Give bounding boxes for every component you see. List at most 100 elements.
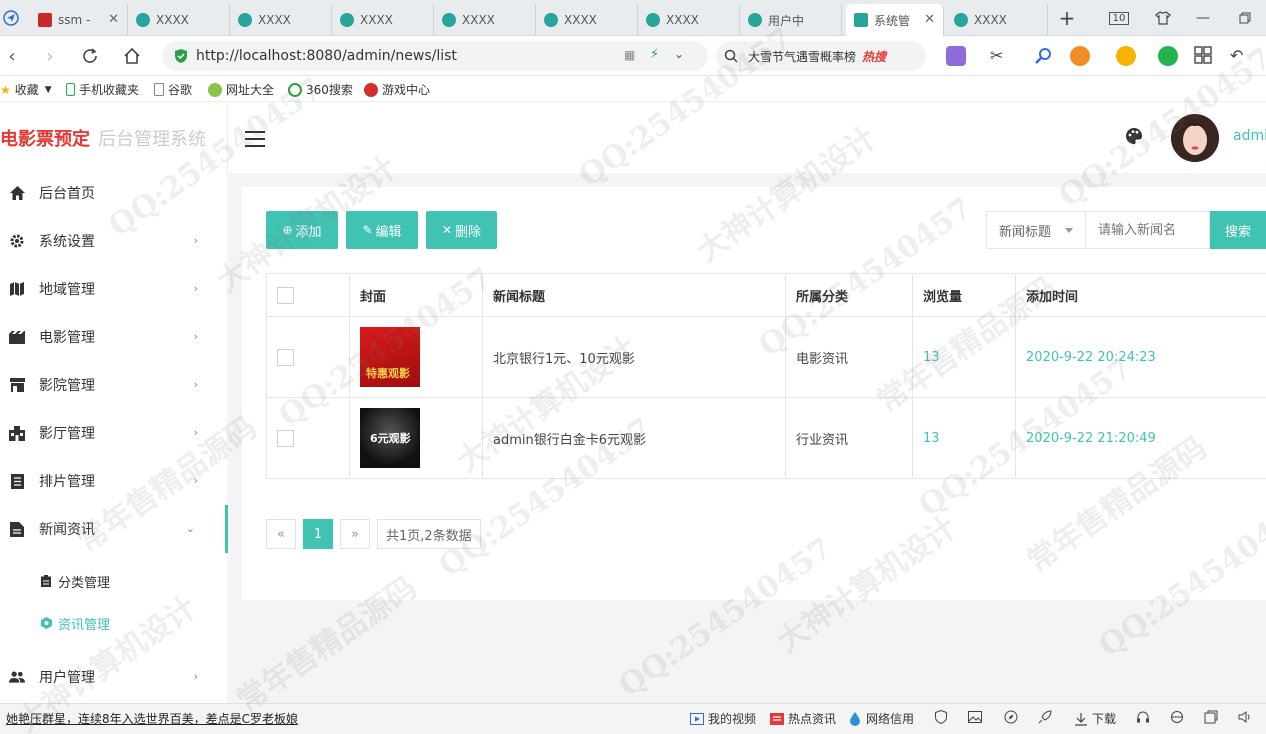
window-icon[interactable] (1204, 710, 1222, 724)
status-download[interactable]: 下载 (1074, 710, 1116, 727)
column-header-time[interactable]: 添加时间 (1016, 274, 1266, 316)
minimize-icon[interactable]: — (1192, 6, 1214, 30)
close-icon[interactable]: ✕ (108, 12, 119, 27)
browser-tab[interactable]: XXXX (434, 4, 536, 36)
magnifier-icon[interactable] (1034, 46, 1054, 66)
browser-tab[interactable]: XXXX (946, 4, 1048, 36)
sidebar-item-hall[interactable]: 影厅管理 › (0, 409, 228, 457)
chevron-down-icon[interactable]: ⌄ (674, 47, 684, 61)
tab-count-badge[interactable]: 10 (1108, 6, 1130, 30)
avatar[interactable] (1171, 114, 1219, 162)
sidebar-item-settings[interactable]: 系统设置 › (0, 217, 228, 265)
bookmark-google[interactable]: 谷歌 (154, 81, 192, 98)
page-1-button[interactable]: 1 (303, 519, 333, 549)
browser-tab[interactable]: ssm - ✕ (30, 4, 128, 36)
rocket-icon[interactable] (1038, 710, 1056, 724)
browser-tab[interactable]: XXXX (536, 4, 638, 36)
table-row[interactable]: 特惠观影 北京银行1元、10元观影 电影资讯 13 2020-9-22 20:2… (266, 317, 1266, 398)
browser-tab[interactable]: XXXX (128, 4, 230, 36)
lightning-icon[interactable]: ⚡ (650, 47, 659, 62)
menu-toggle-icon[interactable] (245, 131, 265, 147)
forward-icon[interactable]: › (38, 44, 62, 68)
close-icon: ✕ (441, 223, 453, 237)
status-hot-news[interactable]: 热点资讯 (770, 710, 836, 727)
url-field[interactable]: http://localhost:8080/admin/news/list ▦ … (162, 41, 708, 71)
palette-icon[interactable] (1125, 127, 1143, 145)
views-cell: 13 (913, 317, 1016, 397)
browser-tab[interactable]: XXXX (332, 4, 434, 36)
filter-field-select[interactable]: 新闻标题 (986, 211, 1086, 249)
shirt-icon[interactable] (1152, 6, 1174, 30)
prev-page-button[interactable]: « (266, 519, 296, 549)
cover-thumbnail[interactable]: 6元观影 (360, 408, 420, 468)
new-tab-icon[interactable]: + (1056, 6, 1078, 30)
tab-favicon-icon (238, 13, 252, 27)
bookmark-sites[interactable]: 网址大全 (208, 81, 274, 98)
sidebar-item-region[interactable]: 地域管理 › (0, 265, 228, 313)
title-cell: admin银行白金卡6元观影 (483, 398, 786, 478)
news-ticker-link[interactable]: 她艳压群星，连续8年入选世界百美，差点是C罗老板娘 (6, 710, 298, 727)
row-checkbox[interactable] (277, 348, 294, 366)
translate-icon[interactable] (946, 46, 966, 66)
reload-icon[interactable] (78, 44, 102, 68)
column-header-views[interactable]: 浏览量 (913, 274, 1016, 316)
undo-icon[interactable]: ↶ (1230, 46, 1250, 66)
sidebar-item-news[interactable]: 新闻资讯 ⌄ (0, 505, 228, 553)
bookmark-mobile[interactable]: 手机收藏夹 (66, 81, 139, 98)
sidebar-subitem-category[interactable]: 分类管理 (0, 560, 228, 602)
news-search-input[interactable] (1086, 211, 1210, 249)
category-cell: 电影资讯 (786, 317, 913, 397)
select-all-checkbox[interactable] (277, 286, 294, 304)
username-label[interactable]: admi (1233, 128, 1266, 144)
status-my-videos[interactable]: 我的视频 (690, 710, 756, 727)
qr-icon[interactable]: ▦ (624, 48, 635, 62)
game-icon[interactable] (1070, 46, 1090, 66)
chat-icon[interactable] (1158, 46, 1178, 66)
sidebar-item-schedule[interactable]: 排片管理 › (0, 457, 228, 505)
shield-icon[interactable] (934, 710, 952, 724)
apps-grid-icon[interactable] (1194, 46, 1214, 66)
browser-tab[interactable]: 用户中 (740, 4, 842, 36)
browser-search-field[interactable]: 大雪节气遇雪概率榜 热搜 (716, 41, 926, 71)
headset-icon[interactable] (1136, 710, 1154, 724)
cover-thumbnail[interactable]: 特惠观影 (360, 327, 420, 387)
sidebar-item-movie[interactable]: 电影管理 › (0, 313, 228, 361)
time-cell: 2020-9-22 21:20:49 (1026, 430, 1156, 446)
bookmark-favorites[interactable]: ★ 收藏 ▼ (0, 81, 52, 98)
bookmark-games[interactable]: 游戏中心 (364, 81, 430, 98)
volume-icon[interactable] (1238, 710, 1256, 724)
add-button[interactable]: ⊕ 添加 (266, 211, 338, 249)
tab-favicon-icon (38, 13, 52, 27)
browser-tab[interactable]: XXXX (638, 4, 740, 36)
column-header-title[interactable]: 新闻标题 (483, 274, 786, 316)
search-button[interactable]: 搜索 (1210, 211, 1266, 249)
sidebar-item-users[interactable]: 用户管理 › (0, 653, 228, 701)
table-row[interactable]: 6元观影 admin银行白金卡6元观影 行业资讯 13 2020-9-22 21… (266, 398, 1266, 479)
browser-address-bar: ‹ › http://localhost:8080/admin/news/lis… (0, 36, 1266, 76)
ie-icon[interactable] (1170, 710, 1188, 724)
coin-icon[interactable] (1116, 46, 1136, 66)
sidebar-item-cinema[interactable]: 影院管理 › (0, 361, 228, 409)
column-header-category[interactable]: 所属分类 (786, 274, 913, 316)
image-icon[interactable] (968, 710, 986, 724)
browser-tab[interactable]: XXXX (230, 4, 332, 36)
browser-tab-active[interactable]: 系统管 ✕ (846, 4, 944, 36)
delete-button[interactable]: ✕ 删除 (426, 211, 497, 249)
close-icon[interactable]: ✕ (924, 12, 935, 27)
page-icon (154, 83, 164, 96)
scissors-icon[interactable]: ✂ (990, 46, 1010, 66)
back-icon[interactable]: ‹ (0, 44, 24, 68)
row-checkbox[interactable] (277, 429, 294, 447)
column-header-cover[interactable]: 封面 (350, 274, 483, 316)
home-page-icon[interactable] (120, 44, 144, 68)
restore-icon[interactable] (1234, 6, 1256, 30)
compass-icon[interactable] (1004, 710, 1022, 724)
edit-button[interactable]: ✎ 编辑 (346, 211, 418, 249)
location-arrow-icon[interactable] (0, 6, 22, 30)
bookmark-360[interactable]: 360搜索 (288, 81, 353, 98)
status-credit[interactable]: 网络信用 (848, 710, 914, 727)
next-page-button[interactable]: » (340, 519, 370, 549)
sidebar-subitem-news-manage[interactable]: 资讯管理 (0, 602, 228, 644)
tab-favicon-icon (954, 13, 968, 27)
sidebar-item-home[interactable]: 后台首页 (0, 169, 228, 217)
